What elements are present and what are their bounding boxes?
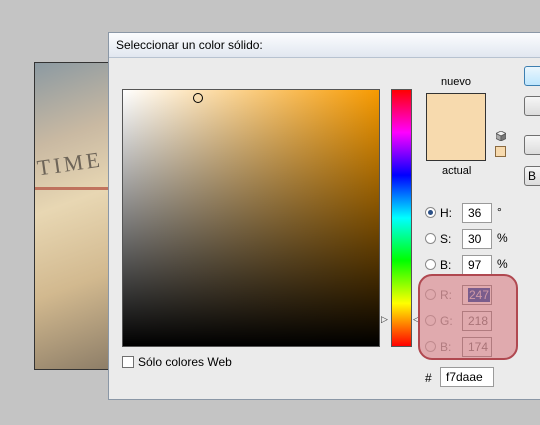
red-label: R:: [440, 288, 452, 302]
brightness-label: B:: [440, 258, 452, 272]
cancel-button[interactable]: [524, 96, 540, 116]
brightness-radio[interactable]: [425, 259, 436, 270]
hex-label: #: [425, 371, 432, 385]
web-colors-label: Sólo colores Web: [138, 355, 232, 369]
green-input[interactable]: 218: [462, 311, 492, 331]
blue-input[interactable]: 174: [462, 337, 492, 357]
green-radio[interactable]: [425, 315, 436, 326]
red-value: 247: [468, 288, 491, 302]
add-to-swatches-button[interactable]: [524, 135, 540, 155]
saturation-input[interactable]: 30: [462, 229, 492, 249]
color-field[interactable]: [122, 89, 380, 347]
saturation-radio[interactable]: [425, 233, 436, 244]
hue-radio[interactable]: [425, 207, 436, 218]
brightness-input[interactable]: 97: [462, 255, 492, 275]
brightness-unit: %: [497, 257, 508, 271]
hue-label: H:: [440, 206, 452, 220]
hue-slider-left-arrow-icon[interactable]: ▷: [381, 314, 388, 324]
green-label: G:: [440, 314, 453, 328]
color-field-cursor[interactable]: [193, 93, 203, 103]
out-of-web-gamut-cube-icon[interactable]: [496, 131, 506, 141]
hue-slider[interactable]: [391, 89, 412, 347]
blue-radio[interactable]: [425, 341, 436, 352]
saturation-label: S:: [440, 232, 452, 246]
dialog-title: Seleccionar un color sólido:: [109, 33, 540, 58]
new-color-label: nuevo: [441, 76, 471, 88]
saturation-unit: %: [497, 231, 508, 245]
hue-input[interactable]: 36: [462, 203, 492, 223]
new-color-swatch: [426, 93, 486, 127]
photo-text: TIME: [35, 146, 105, 181]
web-colors-checkbox[interactable]: [122, 356, 134, 368]
blue-label: B:: [440, 340, 452, 354]
hue-unit: °: [497, 205, 502, 219]
current-color-label: actual: [442, 165, 472, 177]
ok-button[interactable]: [524, 66, 540, 86]
hue-slider-right-arrow-icon[interactable]: ◁: [413, 314, 420, 324]
red-radio[interactable]: [425, 289, 436, 300]
color-libraries-button-label: B: [528, 169, 537, 183]
current-color-swatch[interactable]: [426, 127, 486, 161]
web-safe-swatch[interactable]: [495, 146, 506, 157]
hex-input[interactable]: f7daae: [440, 367, 494, 387]
red-input[interactable]: 247: [462, 285, 492, 305]
